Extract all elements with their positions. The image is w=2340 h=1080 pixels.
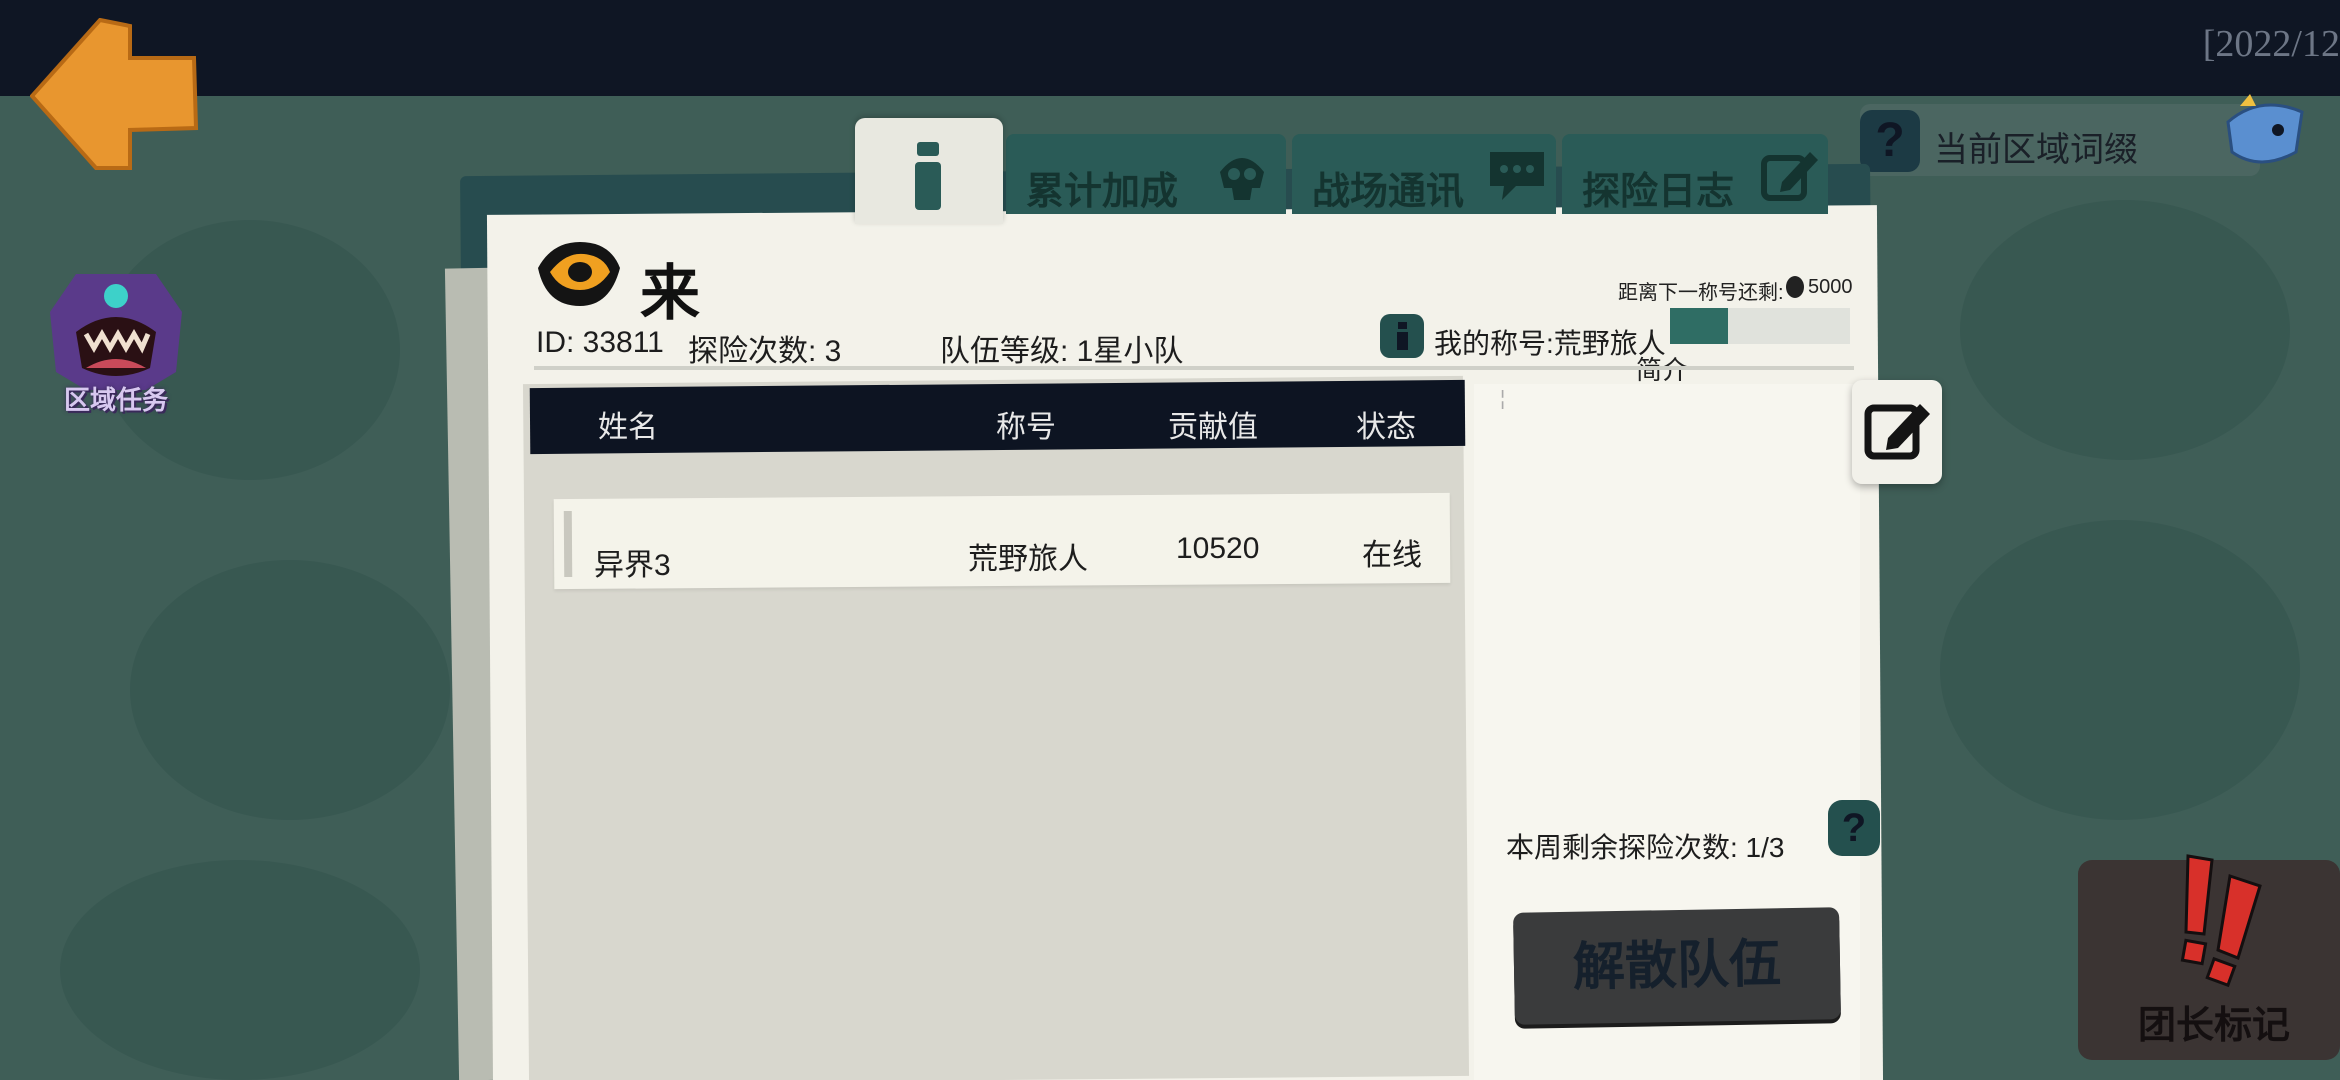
intro-marker: ¦: [1500, 388, 1506, 410]
member-table: [522, 375, 1470, 1080]
team-id: ID: 33811: [536, 326, 664, 359]
exclamation-icon: [2180, 854, 2262, 988]
question-icon[interactable]: ?: [1828, 800, 1880, 856]
header-name: 姓名: [598, 411, 658, 444]
divider: [534, 366, 1854, 370]
my-title: 我的称号:荒野旅人: [1434, 328, 1666, 359]
member-contribution: 10520: [1176, 532, 1260, 565]
header-contribution: 贡献值: [1168, 411, 1258, 444]
team-level: 队伍等级: 1星小队: [940, 335, 1184, 368]
expedition-count: 探险次数: 3: [688, 335, 842, 368]
title-progress-fill: [1670, 308, 1728, 344]
row-marker: [563, 511, 573, 578]
member-name: 异界3: [594, 549, 671, 582]
disband-team-button[interactable]: 解散队伍: [1513, 907, 1841, 1025]
member-title: 荒野旅人: [968, 543, 1088, 576]
member-status: 在线: [1362, 539, 1422, 572]
header-status: 状态: [1356, 411, 1416, 444]
coin-icon: [1786, 276, 1804, 298]
leader-mark-label: 团长标记: [2138, 1005, 2291, 1047]
title-progress-bar: [1670, 308, 1850, 344]
edit-icon: [1864, 404, 1930, 460]
team-eye-icon: [538, 242, 620, 306]
next-title-label: 距离下一称号还剩:: [1618, 282, 1784, 304]
weekly-remaining: 本周剩余探险次数: 1/3: [1506, 832, 1785, 863]
info-icon: [1380, 314, 1424, 358]
header-title: 称号: [996, 411, 1056, 444]
edit-intro-button[interactable]: [1852, 380, 1942, 484]
next-title-value: 5000: [1808, 276, 1853, 298]
team-name: 来: [640, 260, 700, 327]
leader-mark-button[interactable]: 团长标记: [2078, 854, 2340, 1060]
